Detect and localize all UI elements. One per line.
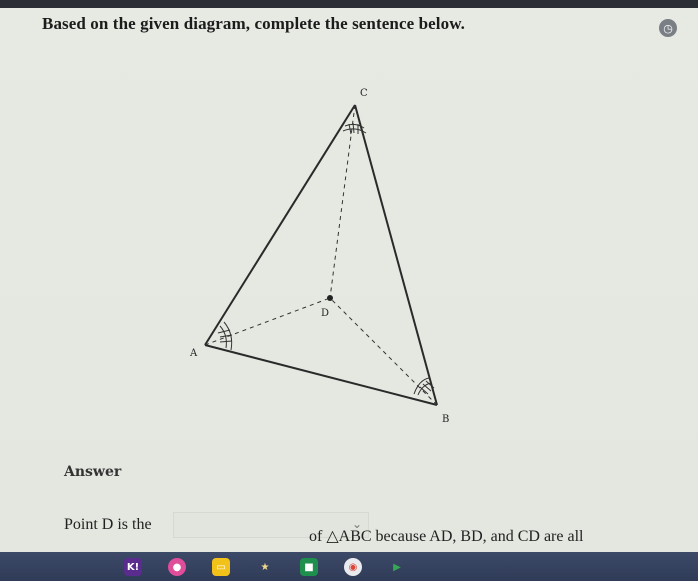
answer-sentence: Point D is the ⌄ of △ABC because AD, BD,… [64,512,664,552]
star-icon[interactable]: ★ [256,558,274,576]
video-icon[interactable]: ■ [300,558,318,576]
side-ab [204,344,438,406]
slides-icon[interactable]: ▭ [212,558,230,576]
quiz-icon[interactable]: ● [168,558,186,576]
kahoot-icon[interactable]: K! [124,558,142,576]
chrome-icon[interactable]: ◉ [344,558,362,576]
side-cb [354,104,438,406]
angle-mark-b2 [413,377,430,395]
sentence-start: Point D is the [64,516,152,533]
segment-ad [204,297,331,346]
label-b: B [442,414,449,425]
label-d: D [321,308,329,319]
point-d [327,295,333,301]
sentence-end: of △ABC because AD, BD, and CD are all [309,528,584,545]
side-ca [204,104,356,346]
answer-label: Answer [64,464,122,480]
label-a: A [189,348,198,359]
label-c: C [360,88,368,99]
play-icon[interactable]: ▶ [388,558,406,576]
taskbar: K! ● ▭ ★ ■ ◉ ▶ [0,552,698,581]
question-page: ◷ Based on the given diagram, complete t… [0,0,698,552]
